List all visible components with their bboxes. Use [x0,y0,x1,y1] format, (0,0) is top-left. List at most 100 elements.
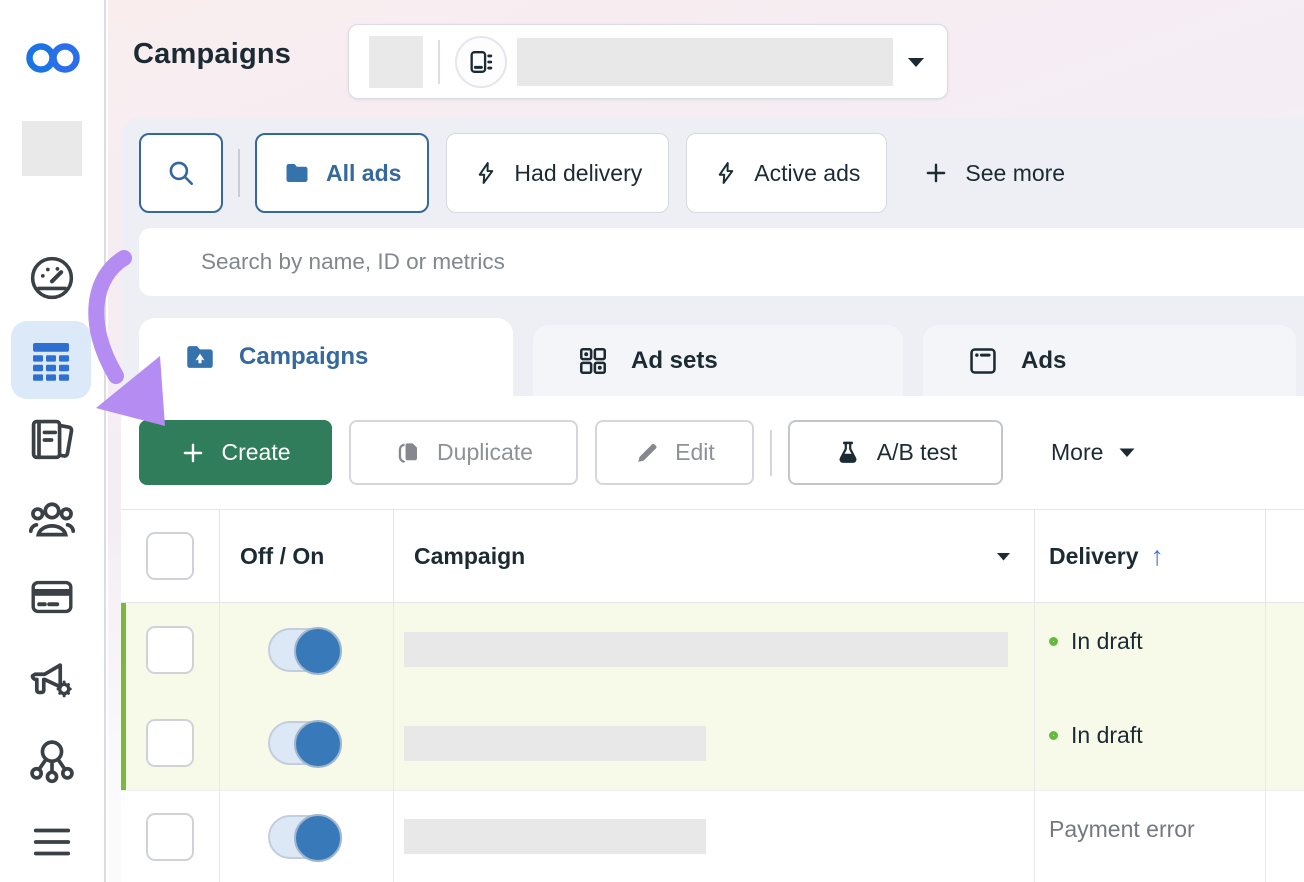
sidebar-item-ads-manager-active[interactable] [11,321,91,399]
tab-label: Ads [1021,347,1066,375]
duplicate-label: Duplicate [437,439,533,466]
folder-icon [283,159,311,187]
lightning-icon [713,160,739,186]
delivery-column-label: Delivery [1049,543,1139,570]
lightning-icon [473,160,499,186]
edit-label: Edit [675,439,715,466]
toggle-knob [294,814,342,862]
campaign-name-redacted[interactable] [404,819,706,854]
campaign-toggle-on[interactable] [268,628,342,672]
toolbar: Create Duplicate Edit A/B test [121,396,1304,509]
header-off-on: Off / On [219,510,393,602]
magnifier-icon [166,158,196,188]
more-label: More [1051,439,1103,466]
page-title: Campaigns [133,38,291,71]
sidebar-item-overview[interactable] [26,252,78,304]
sidebar-item-ads-settings[interactable] [25,652,79,706]
header-campaign[interactable]: Campaign [393,510,1034,602]
filter-all-ads[interactable]: All ads [255,133,429,213]
create-button[interactable]: Create [139,420,332,485]
table-row: In draft [121,697,1304,791]
row-checkbox[interactable] [146,813,194,861]
account-selector-dropdown[interactable] [348,24,948,99]
campaign-name-redacted[interactable] [404,632,1008,667]
flask-icon [834,439,862,467]
sidebar-placeholder-thumbnail [22,121,82,176]
search-filter-button[interactable] [139,133,223,213]
level-tabs: Campaigns Ad sets Ads [139,318,1296,396]
header-delivery[interactable]: Delivery ↑ [1034,510,1265,602]
meta-logo-icon[interactable] [24,38,82,78]
tab-ads[interactable]: Ads [923,325,1296,396]
delivery-status: In draft [1071,628,1143,655]
campaigns-content: Create Duplicate Edit A/B test [121,396,1304,882]
table-row: Payment error [121,790,1304,882]
grid-icon [577,345,609,377]
create-label: Create [221,439,290,466]
megaphone-gear-icon [26,653,78,705]
tab-campaigns[interactable]: Campaigns [139,318,513,396]
campaign-name-redacted[interactable] [404,726,706,761]
search-input[interactable] [139,228,1304,296]
status-ring-icon [1049,731,1058,740]
ads-manager-app: Campaigns All ads Had delivery [0,0,1304,882]
delivery-cell: In draft [1034,603,1265,697]
edit-button[interactable]: Edit [595,420,754,485]
status-ring-icon [1049,637,1058,646]
filter-label: Active ads [754,160,860,187]
caret-down-icon[interactable] [995,551,1012,562]
sidebar-item-billing[interactable] [26,572,78,622]
delivery-status: In draft [1071,722,1143,749]
campaign-column-label: Campaign [414,543,525,570]
ad-account-icon [455,36,507,88]
more-button[interactable]: More [1051,439,1137,466]
campaign-toggle-on[interactable] [268,815,342,859]
plus-icon [180,440,206,466]
ad-frame-icon [967,345,999,377]
delivery-status: Payment error [1049,816,1195,843]
header-next-column-cut [1265,510,1304,602]
divider [438,40,440,84]
sidebar-item-business-assets[interactable] [25,732,79,786]
row-checkbox[interactable] [146,626,194,674]
sidebar-item-pages[interactable] [25,412,79,468]
header-select-all-cell [121,510,219,602]
main-area: Campaigns All ads Had delivery [108,0,1304,882]
filter-label: All ads [326,160,401,187]
delivery-cell: In draft [1034,697,1265,791]
account-avatar [369,36,423,88]
account-name-redacted [517,38,893,86]
delivery-cell: Payment error [1034,791,1265,882]
toggle-knob [294,627,342,675]
table-icon [27,336,75,384]
campaign-toggle-on[interactable] [268,721,342,765]
ab-test-button[interactable]: A/B test [788,420,1003,485]
gauge-icon [27,253,77,303]
duplicate-button[interactable]: Duplicate [349,420,578,485]
filter-label: Had delivery [514,160,642,187]
pages-icon [26,413,78,467]
tab-label: Ad sets [631,347,718,375]
filter-row: All ads Had delivery Active ads See more [139,133,1065,213]
sidebar-item-audiences[interactable] [24,492,80,546]
plus-icon [923,160,949,186]
filter-active-ads[interactable]: Active ads [686,133,887,213]
divider [238,149,240,197]
toggle-knob [294,720,342,768]
folder-arrow-icon [183,340,217,374]
table-header: Off / On Campaign Delivery ↑ [121,509,1304,603]
pencil-icon [634,440,660,466]
select-all-checkbox[interactable] [146,532,194,580]
ab-test-label: A/B test [877,439,958,466]
see-more-button[interactable]: See more [923,160,1065,187]
duplicate-icon [394,439,422,467]
see-more-label: See more [965,160,1065,187]
sort-ascending-arrow-icon[interactable]: ↑ [1151,543,1165,570]
tab-ad-sets[interactable]: Ad sets [533,325,903,396]
filter-had-delivery[interactable]: Had delivery [446,133,669,213]
row-checkbox[interactable] [146,719,194,767]
sidebar-item-all-tools[interactable] [27,818,77,866]
caret-down-icon [905,55,927,69]
credit-card-icon [27,573,77,621]
highlighted-rows-zone: In draft In draft [121,603,1304,790]
